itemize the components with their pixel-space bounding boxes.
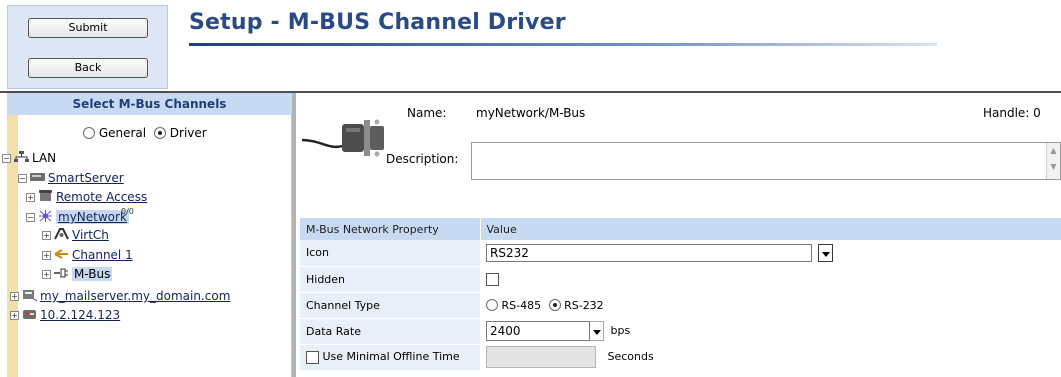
min-offline-checkbox[interactable] — [306, 350, 319, 364]
submit-button[interactable]: Submit — [28, 18, 148, 38]
data-rate-value: 2400 — [490, 324, 521, 338]
tree-label-channel-1[interactable]: Channel 1 — [72, 248, 133, 262]
tree-label-ip[interactable]: 10.2.124.123 — [40, 308, 120, 322]
description-label: Description: — [386, 152, 459, 166]
general-radio[interactable] — [83, 127, 95, 139]
driver-radio[interactable] — [153, 127, 166, 139]
tree-node-ip[interactable]: +10.2.124.123 — [10, 307, 120, 323]
serial-plug-icon — [54, 268, 68, 278]
panel-splitter[interactable] — [292, 93, 296, 377]
channel-icon — [54, 249, 68, 259]
page-title: Setup - M-BUS Channel Driver — [189, 10, 566, 35]
expand-icon[interactable]: + — [10, 292, 19, 301]
rs232-label: RS-232 — [564, 298, 604, 312]
description-scrollbar[interactable]: ▲ ▼ — [1046, 143, 1060, 179]
rs485-label: RS-485 — [501, 298, 542, 312]
mode-selector: General Driver — [83, 126, 207, 140]
tree-node-mailserver[interactable]: + my_mailserver.my_domain.com — [10, 288, 230, 304]
icon-dropdown-button[interactable] — [818, 244, 833, 262]
button-panel: Submit Back — [7, 5, 168, 89]
tree-label-virtch[interactable]: VirtCh — [72, 228, 109, 242]
description-textarea[interactable]: ▲ ▼ — [471, 142, 1061, 180]
min-offline-input[interactable] — [486, 346, 596, 368]
tree-label-lan: LAN — [32, 151, 57, 165]
expand-icon[interactable]: + — [42, 251, 51, 260]
tree-node-mynetwork[interactable]: − myNetwork — [26, 209, 181, 225]
data-rate-input[interactable]: 2400 — [486, 321, 590, 341]
tree-node-channel-1[interactable]: + Channel 1 — [42, 247, 133, 263]
mail-server-icon — [23, 290, 37, 301]
expand-icon[interactable]: + — [42, 270, 51, 279]
tree-label-mynetwork[interactable]: myNetwork — [56, 210, 129, 224]
general-radio-label: General — [98, 126, 147, 140]
serial-connector-icon — [301, 119, 384, 157]
property-table: M-Bus Network Property Value Icon RS232 … — [300, 218, 1061, 371]
virtual-channel-icon — [54, 228, 69, 240]
expand-icon[interactable]: + — [26, 193, 35, 202]
collapse-icon[interactable]: − — [26, 213, 35, 222]
tree-node-virtch[interactable]: + VirtCh — [42, 227, 109, 243]
tree-node-lan[interactable]: − LAN — [2, 150, 56, 166]
table-row: Icon RS232 — [300, 240, 1061, 267]
icon-row-label: Icon — [300, 240, 480, 267]
table-row: Use Minimal Offline Time Seconds — [300, 344, 1061, 371]
min-offline-label: Use Minimal Offline Time — [322, 350, 460, 364]
name-value: myNetwork/M-Bus — [476, 106, 586, 120]
phone-icon — [39, 190, 52, 201]
tree-node-mbus[interactable]: + M-Bus — [42, 266, 113, 282]
table-row: Channel Type RS-485 RS-232 — [300, 292, 1061, 319]
data-rate-row-label: Data Rate — [300, 318, 480, 345]
network-status-badge: 0/0 — [121, 207, 134, 216]
network-hub-icon — [39, 210, 52, 222]
collapse-icon[interactable]: − — [18, 174, 27, 183]
name-label: Name: — [407, 106, 447, 120]
tree-node-remote-access[interactable]: + Remote Access — [26, 189, 147, 205]
hidden-row-label: Hidden — [300, 266, 480, 293]
tree-label-smartserver[interactable]: SmartServer — [48, 171, 124, 185]
min-offline-unit: Seconds — [607, 350, 654, 363]
table-header-row: M-Bus Network Property Value — [300, 218, 1061, 240]
channel-type-row-label: Channel Type — [300, 292, 480, 319]
device-icon — [23, 310, 36, 319]
icon-select[interactable]: RS232 — [486, 244, 812, 262]
driver-radio-label: Driver — [169, 126, 207, 140]
hidden-checkbox[interactable] — [486, 272, 499, 286]
table-row: Data Rate 2400 bps — [300, 318, 1061, 345]
table-row: Hidden — [300, 266, 1061, 293]
back-button[interactable]: Back — [28, 58, 148, 78]
expand-icon[interactable]: + — [42, 231, 51, 240]
data-rate-unit: bps — [610, 324, 631, 337]
rs485-radio[interactable] — [486, 298, 498, 311]
tree-label-mbus[interactable]: M-Bus — [72, 267, 113, 281]
icon-select-value: RS232 — [490, 246, 529, 260]
tree-label-mailserver[interactable]: my_mailserver.my_domain.com — [40, 289, 230, 303]
collapse-icon[interactable]: − — [2, 154, 11, 163]
title-underline — [189, 43, 937, 46]
property-column-header: M-Bus Network Property — [300, 218, 481, 240]
top-banner: Submit Back Setup - M-BUS Channel Driver — [0, 0, 1061, 92]
network-icon — [14, 151, 29, 162]
server-icon — [30, 173, 45, 181]
expand-icon[interactable]: + — [10, 311, 19, 320]
tree-label-remote-access[interactable]: Remote Access — [56, 190, 147, 204]
tree-panel-header: Select M-Bus Channels — [7, 93, 292, 115]
rs232-radio[interactable] — [548, 298, 561, 311]
data-rate-dropdown-button[interactable] — [590, 321, 604, 341]
handle-label: Handle: 0 — [983, 106, 1041, 120]
tree-node-smartserver[interactable]: − SmartServer — [18, 170, 124, 186]
value-column-header: Value — [480, 218, 1061, 240]
